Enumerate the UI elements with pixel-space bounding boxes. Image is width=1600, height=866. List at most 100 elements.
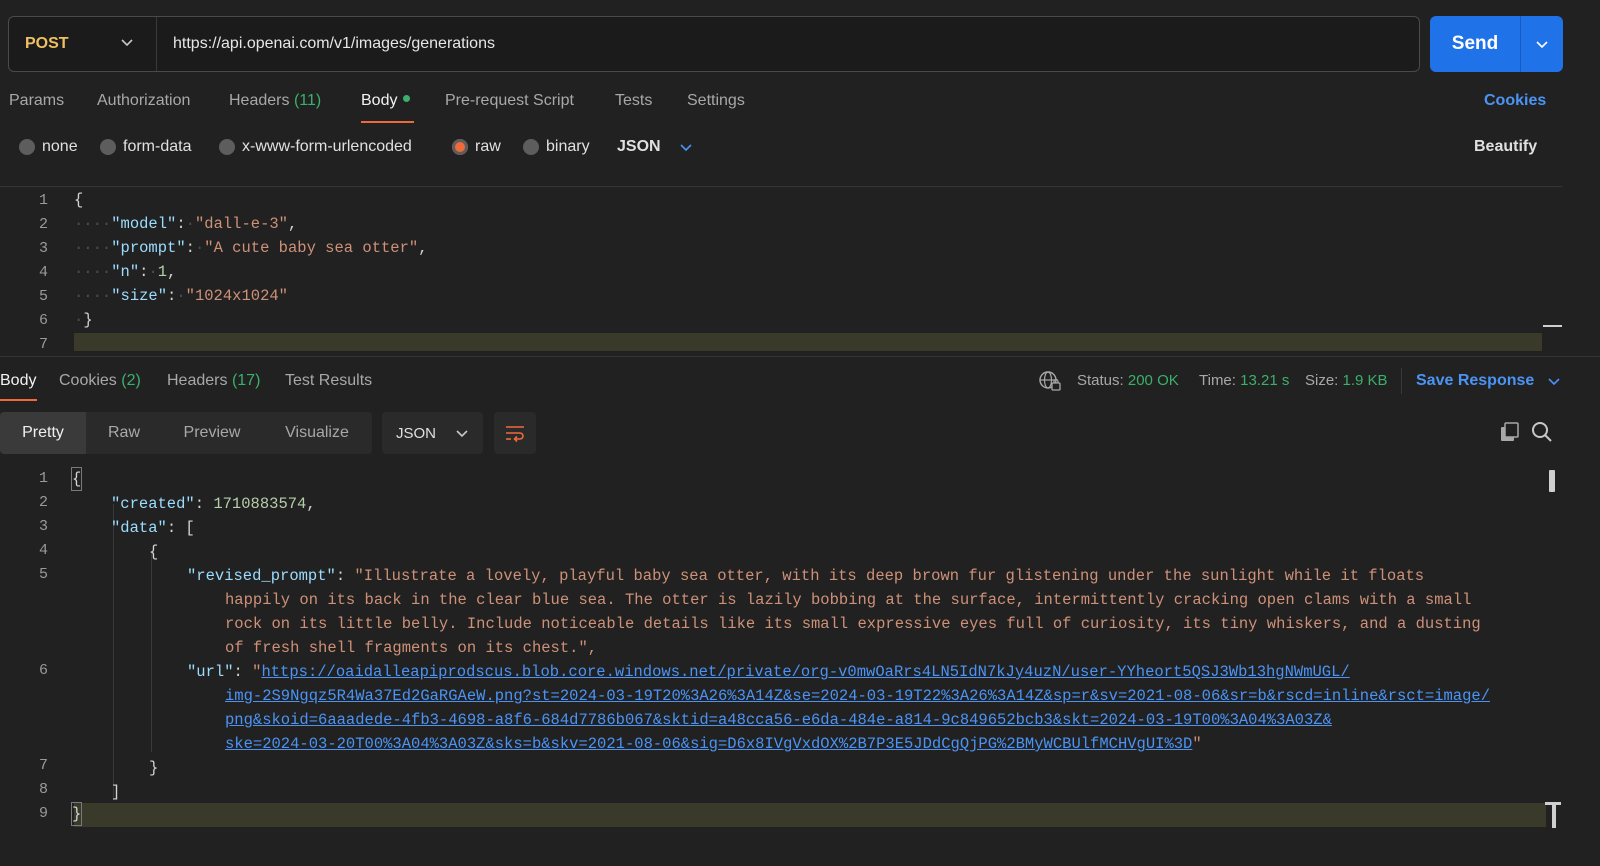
scrollbar-thumb[interactable] bbox=[1543, 325, 1562, 327]
code-line: ske=2024-03-20T00%3A04%3A03Z&sks=b&skv=2… bbox=[225, 735, 1202, 753]
radio-raw[interactable]: raw bbox=[452, 138, 501, 156]
url-link[interactable]: img-2S9Ngqz5R4Wa37Ed2GaRGAeW.png?st=2024… bbox=[225, 687, 1490, 705]
json-key: "url" bbox=[187, 663, 234, 681]
radio-circle bbox=[523, 139, 539, 155]
editor-scrollbar[interactable] bbox=[1543, 187, 1562, 351]
wrap-lines-icon bbox=[506, 426, 524, 442]
line-number: 3 bbox=[38, 518, 48, 535]
response-tab-cookies-label: Cookies bbox=[59, 372, 117, 389]
code-line: } bbox=[70, 802, 83, 826]
brace-close: } bbox=[72, 805, 82, 823]
headers-count: (11) bbox=[293, 92, 322, 109]
json-key: "model" bbox=[111, 215, 177, 233]
response-tab-cookies[interactable]: Cookies (2) bbox=[59, 372, 141, 390]
view-pretty[interactable]: Pretty bbox=[0, 412, 86, 454]
tab-headers[interactable]: Headers (11) bbox=[229, 92, 321, 110]
tab-tests[interactable]: Tests bbox=[615, 92, 652, 110]
size-value: 1.9 KB bbox=[1342, 372, 1388, 389]
chevron-down-icon bbox=[1536, 41, 1548, 49]
radio-circle-selected bbox=[452, 139, 468, 155]
radio-none[interactable]: none bbox=[19, 138, 78, 156]
url-input[interactable] bbox=[157, 35, 1419, 53]
radio-label: form-data bbox=[123, 138, 192, 155]
url-link[interactable]: png&skoid=6aaadede-4fb3-4698-a8f6-684d77… bbox=[225, 711, 1332, 729]
search-icon[interactable] bbox=[1531, 421, 1553, 448]
response-tab-headers[interactable]: Headers (17) bbox=[167, 372, 260, 390]
send-options-button[interactable] bbox=[1521, 37, 1563, 51]
response-view-tabs: Pretty Raw Preview Visualize bbox=[0, 412, 372, 454]
tab-headers-label: Headers bbox=[229, 92, 290, 109]
radio-urlencoded[interactable]: x-www-form-urlencoded bbox=[219, 138, 412, 156]
response-tab-test-results[interactable]: Test Results bbox=[285, 372, 372, 390]
line-number: 1 bbox=[38, 470, 48, 487]
body-format-label: JSON bbox=[617, 138, 661, 155]
size-label: Size: bbox=[1305, 372, 1339, 389]
radio-circle bbox=[100, 139, 116, 155]
copy-icon[interactable] bbox=[1499, 421, 1521, 448]
response-headers-count: (17) bbox=[231, 372, 261, 389]
tab-body-label: Body bbox=[361, 92, 398, 109]
beautify-button[interactable]: Beautify bbox=[1474, 138, 1537, 156]
code-line: ·} bbox=[74, 311, 93, 329]
radio-form-data[interactable]: form-data bbox=[100, 138, 191, 156]
body-format-select[interactable]: JSON bbox=[617, 138, 693, 156]
globe-lock-icon[interactable] bbox=[1039, 370, 1061, 397]
time-label: Time: bbox=[1199, 372, 1236, 389]
line-number: 6 bbox=[38, 662, 48, 679]
tab-params[interactable]: Params bbox=[9, 92, 64, 110]
save-response-button[interactable]: Save Response bbox=[1416, 372, 1561, 390]
response-format-select[interactable]: JSON bbox=[382, 412, 483, 454]
method-select[interactable]: POST bbox=[9, 17, 157, 71]
line-number: 3 bbox=[38, 240, 48, 257]
code-line: ] bbox=[111, 783, 121, 801]
code-line: { bbox=[74, 188, 83, 212]
response-tab-headers-label: Headers bbox=[167, 372, 228, 389]
code-line: png&skoid=6aaadede-4fb3-4698-a8f6-684d77… bbox=[225, 708, 1332, 732]
json-number: 1710883574 bbox=[213, 495, 307, 513]
code-line: ····"prompt":·"A cute baby sea otter", bbox=[74, 239, 428, 257]
send-button[interactable]: Send bbox=[1430, 16, 1520, 72]
radio-circle bbox=[19, 139, 35, 155]
cookies-link[interactable]: Cookies bbox=[1484, 92, 1546, 110]
line-number: 1 bbox=[38, 192, 48, 209]
chevron-down-icon bbox=[120, 35, 134, 54]
response-body-code: 1 2 3 4 5 6 7 8 9 { "created": 171088357… bbox=[0, 467, 1540, 836]
response-format-label: JSON bbox=[396, 424, 437, 442]
view-preview[interactable]: Preview bbox=[162, 412, 262, 454]
brace-open: { bbox=[74, 191, 84, 209]
view-visualize[interactable]: Visualize bbox=[262, 412, 372, 454]
code-line: "data": [ bbox=[111, 519, 195, 537]
json-string-wrap: of fresh shell fragments on its chest.", bbox=[225, 639, 598, 657]
tab-settings[interactable]: Settings bbox=[687, 92, 745, 110]
wrap-lines-button[interactable] bbox=[494, 412, 536, 454]
tab-pre-request-script[interactable]: Pre-request Script bbox=[445, 92, 574, 110]
radio-binary[interactable]: binary bbox=[523, 138, 590, 156]
status-divider bbox=[1401, 368, 1402, 394]
code-line: "revised_prompt": "Illustrate a lovely, … bbox=[187, 567, 1425, 585]
code-line: ····"n":·1, bbox=[74, 263, 177, 281]
size-info: Size: 1.9 KB bbox=[1305, 372, 1388, 389]
brace-open: { bbox=[72, 470, 82, 488]
line-number: 4 bbox=[38, 264, 48, 281]
radio-label: binary bbox=[546, 138, 590, 155]
view-raw[interactable]: Raw bbox=[86, 412, 162, 454]
response-tab-body[interactable]: Body bbox=[0, 372, 36, 390]
save-response-label: Save Response bbox=[1416, 372, 1535, 389]
line-number: 8 bbox=[38, 781, 48, 798]
code-line: ····"model":·"dall-e-3", bbox=[74, 215, 298, 233]
response-cookies-count: (2) bbox=[121, 372, 141, 389]
request-body-code: 1 2 3 4 5 6 7 { ····"model":·"dall-e-3",… bbox=[0, 188, 1540, 353]
tab-body[interactable]: Body bbox=[361, 92, 411, 110]
json-key: "n" bbox=[111, 263, 140, 281]
chevron-down-icon bbox=[456, 430, 468, 438]
tab-authorization[interactable]: Authorization bbox=[97, 92, 190, 110]
active-tab-indicator bbox=[361, 121, 414, 123]
method-label: POST bbox=[25, 35, 69, 52]
pane-divider[interactable] bbox=[0, 356, 1600, 357]
code-line: img-2S9Ngqz5R4Wa37Ed2GaRGAeW.png?st=2024… bbox=[225, 684, 1490, 708]
url-link[interactable]: https://oaidalleapiprodscus.blob.core.wi… bbox=[261, 663, 1349, 681]
scrollbar-thumb[interactable] bbox=[1549, 470, 1555, 492]
radio-label: raw bbox=[475, 138, 501, 155]
json-number: 1 bbox=[157, 263, 168, 281]
url-link[interactable]: ske=2024-03-20T00%3A04%3A03Z&sks=b&skv=2… bbox=[225, 735, 1192, 753]
